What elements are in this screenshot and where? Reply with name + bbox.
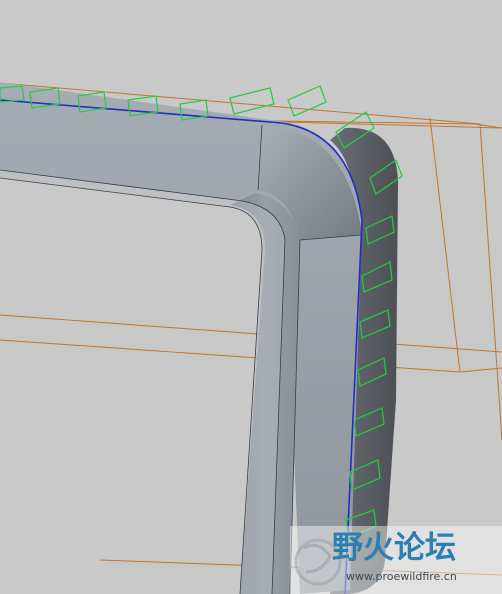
watermark-name: 野火论坛 <box>332 530 456 566</box>
forum-watermark: 野火论坛 www.proewildfire.cn <box>290 526 502 594</box>
watermark-url: www.proewildfire.cn <box>346 570 457 583</box>
cad-3d-viewport[interactable]: 野火论坛 www.proewildfire.cn <box>0 0 502 594</box>
inner-fillet[interactable] <box>0 170 285 594</box>
preview-segment[interactable] <box>287 85 327 117</box>
preview-segment[interactable] <box>229 87 275 115</box>
